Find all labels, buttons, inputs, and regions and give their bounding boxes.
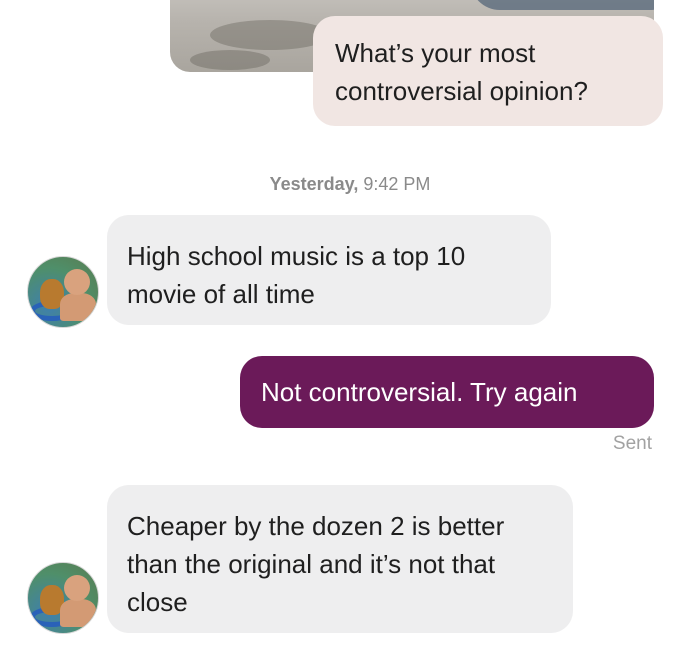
received-message-bubble[interactable]: Cheaper by the dozen 2 is better than th…: [107, 485, 573, 633]
avatar-detail: [60, 293, 96, 321]
sent-message-bubble[interactable]: Not controversial. Try again: [240, 356, 654, 428]
match-avatar[interactable]: [27, 256, 99, 328]
timestamp-day: Yesterday,: [269, 174, 359, 194]
prompt-text: What’s your most controversial opinion?: [335, 38, 588, 106]
prompt-bubble[interactable]: What’s your most controversial opinion?: [313, 16, 663, 126]
sent-status: Sent: [612, 433, 652, 454]
photo-detail: [470, 0, 654, 10]
received-message-bubble[interactable]: High school music is a top 10 movie of a…: [107, 215, 551, 325]
avatar-detail: [64, 269, 90, 295]
avatar-detail: [60, 599, 96, 627]
message-timestamp: Yesterday, 9:42 PM: [0, 174, 700, 195]
photo-detail: [210, 20, 330, 50]
timestamp-time: 9:42 PM: [363, 174, 431, 194]
message-text: High school music is a top 10 movie of a…: [127, 241, 466, 309]
message-text: Cheaper by the dozen 2 is better than th…: [127, 511, 505, 617]
photo-detail: [190, 50, 270, 70]
match-avatar[interactable]: [27, 562, 99, 634]
avatar-detail: [64, 575, 90, 601]
message-text: Not controversial. Try again: [261, 377, 578, 407]
